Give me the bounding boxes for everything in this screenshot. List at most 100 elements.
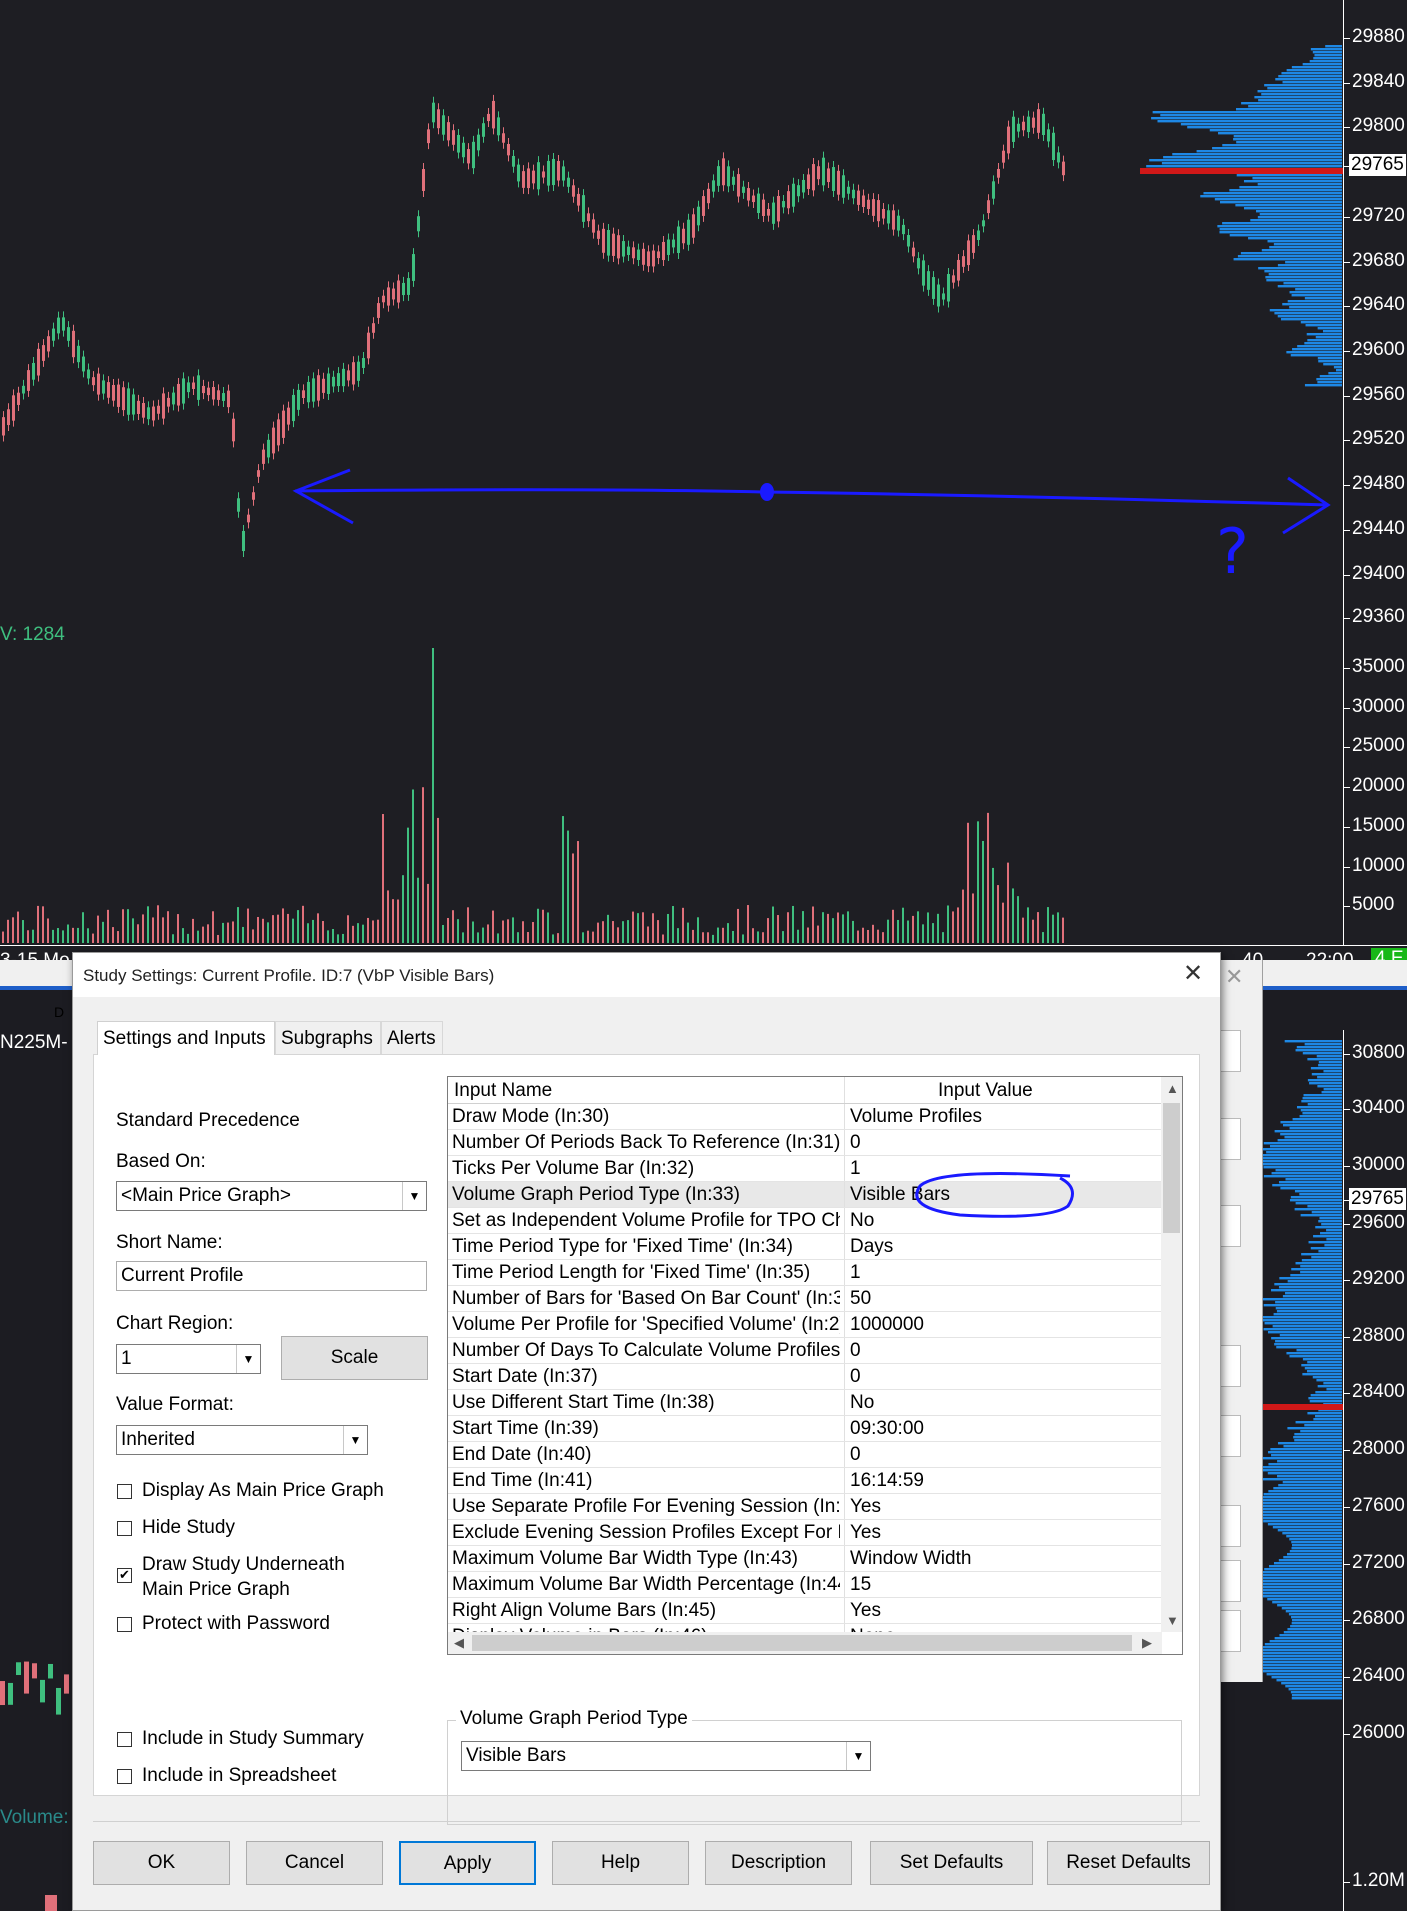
- price-axis-label: 29720: [1352, 205, 1405, 226]
- dialog-title-bar[interactable]: Study Settings: Current Profile. ID:7 (V…: [73, 953, 1220, 997]
- annotation-question-mark: ?: [1216, 515, 1249, 588]
- grid-row[interactable]: Number of Bars for 'Based On Bar Count' …: [448, 1286, 1162, 1312]
- dialog-title: Study Settings: Current Profile. ID:7 (V…: [83, 966, 495, 985]
- input-value-cell[interactable]: Yes: [850, 1600, 1160, 1622]
- cancel-button[interactable]: Cancel: [246, 1841, 383, 1885]
- input-value-cell[interactable]: 1: [850, 1158, 1160, 1180]
- background-dialog: ✕: [1215, 960, 1263, 1682]
- price-axis-label: 29880: [1352, 26, 1405, 47]
- grid-row[interactable]: End Date (In:40) 0: [448, 1442, 1162, 1468]
- grid-row[interactable]: Use Different Start Time (In:38) No: [448, 1390, 1162, 1416]
- chevron-down-icon[interactable]: ▼: [236, 1345, 260, 1373]
- input-name-cell: Maximum Volume Bar Width Type (In:43): [452, 1548, 798, 1569]
- col-header-input-value[interactable]: Input Value: [938, 1080, 1033, 1102]
- axis-tick: [1344, 1224, 1350, 1225]
- horizontal-scrollbar[interactable]: ◀ ▶: [448, 1632, 1162, 1654]
- grid-row[interactable]: Volume Per Profile for 'Specified Volume…: [448, 1312, 1162, 1338]
- axis-tick: [1344, 1882, 1350, 1883]
- chevron-down-icon[interactable]: ▼: [846, 1742, 870, 1770]
- input-value-cell[interactable]: Visible Bars: [850, 1184, 1160, 1206]
- input-value-cell[interactable]: 0: [850, 1366, 1160, 1388]
- grid-row[interactable]: Maximum Volume Bar Width Type (In:43) Win…: [448, 1546, 1162, 1572]
- background-dialog-close: ✕: [1225, 964, 1244, 989]
- chevron-down-icon[interactable]: ▼: [402, 1182, 426, 1210]
- chevron-down-icon[interactable]: ▼: [343, 1426, 367, 1454]
- input-value-cell[interactable]: 16:14:59: [850, 1470, 1160, 1492]
- input-value-cell[interactable]: Volume Profiles: [850, 1106, 1160, 1128]
- scroll-right-icon[interactable]: ▶: [1142, 1635, 1152, 1651]
- help-button[interactable]: Help: [552, 1841, 689, 1885]
- input-value-cell[interactable]: 0: [850, 1132, 1160, 1154]
- input-value-cell[interactable]: 0: [850, 1340, 1160, 1362]
- input-value-cell[interactable]: Days: [850, 1236, 1160, 1258]
- grid-row[interactable]: Use Separate Profile For Evening Session…: [448, 1494, 1162, 1520]
- set-defaults-button[interactable]: Set Defaults: [870, 1841, 1033, 1885]
- hide-study-checkbox[interactable]: [117, 1521, 132, 1536]
- scroll-left-icon[interactable]: ◀: [454, 1635, 464, 1651]
- chart-region-dropdown[interactable]: 1 ▼: [116, 1344, 261, 1374]
- tab-subgraphs[interactable]: Subgraphs: [275, 1021, 381, 1055]
- grid-row[interactable]: Number Of Days To Calculate Volume Profi…: [448, 1338, 1162, 1364]
- apply-button[interactable]: Apply: [399, 1841, 536, 1885]
- ok-button[interactable]: OK: [93, 1841, 230, 1885]
- grid-row[interactable]: Volume Graph Period Type (In:33) Visible …: [448, 1182, 1162, 1208]
- input-value-cell[interactable]: Yes: [850, 1522, 1160, 1544]
- grid-row[interactable]: Exclude Evening Session Profiles Except …: [448, 1520, 1162, 1546]
- grid-row[interactable]: Start Date (In:37) 0: [448, 1364, 1162, 1390]
- grid-row[interactable]: Maximum Volume Bar Width Percentage (In:…: [448, 1572, 1162, 1598]
- description-button[interactable]: Description: [705, 1841, 852, 1885]
- scroll-up-icon[interactable]: ▲: [1166, 1081, 1179, 1096]
- input-name-cell: End Time (In:41): [452, 1470, 593, 1491]
- inputs-grid[interactable]: Input Name Input Value Draw Mode (In:30)…: [447, 1076, 1183, 1655]
- input-value-cell[interactable]: No: [850, 1210, 1160, 1232]
- input-value-cell[interactable]: 09:30:00: [850, 1418, 1160, 1440]
- selected-input-dropdown[interactable]: Visible Bars ▼: [461, 1741, 871, 1771]
- grid-row[interactable]: Ticks Per Volume Bar (In:32) 1: [448, 1156, 1162, 1182]
- tab-settings-and-inputs[interactable]: Settings and Inputs: [97, 1021, 275, 1055]
- price-axis[interactable]: 29880 29840 29800 29765 29720 29680 29640 29600…: [1343, 0, 1407, 960]
- protect-password-checkbox[interactable]: [117, 1617, 132, 1632]
- based-on-dropdown[interactable]: <Main Price Graph> ▼: [116, 1181, 427, 1211]
- grid-rows: Draw Mode (In:30) Volume Profiles Number O…: [448, 1104, 1162, 1654]
- vertical-scroll-thumb[interactable]: [1163, 1103, 1180, 1233]
- scroll-down-icon[interactable]: ▼: [1166, 1613, 1179, 1628]
- axis-tick: [1344, 1734, 1350, 1735]
- tab-alerts[interactable]: Alerts: [381, 1021, 443, 1055]
- based-on-label: Based On:: [116, 1151, 206, 1172]
- horizontal-scroll-thumb[interactable]: [472, 1635, 1132, 1651]
- draw-underneath-checkbox[interactable]: ✔: [117, 1568, 132, 1583]
- second-price-axis[interactable]: 30800 30400 30000 29765 29600 29200 28800 28400…: [1343, 1030, 1407, 1911]
- grid-row[interactable]: Set as Independent Volume Profile for TP…: [448, 1208, 1162, 1234]
- include-summary-checkbox[interactable]: [117, 1732, 132, 1747]
- grid-row[interactable]: Time Period Length for 'Fixed Time' (In:…: [448, 1260, 1162, 1286]
- short-name-input[interactable]: Current Profile: [116, 1261, 427, 1291]
- grid-row[interactable]: Start Time (In:39) 09:30:00: [448, 1416, 1162, 1442]
- input-value-cell[interactable]: Yes: [850, 1496, 1160, 1518]
- grid-row[interactable]: End Time (In:41) 16:14:59: [448, 1468, 1162, 1494]
- vertical-scrollbar[interactable]: ▲ ▼: [1161, 1077, 1182, 1632]
- grid-row[interactable]: Draw Mode (In:30) Volume Profiles: [448, 1104, 1162, 1130]
- include-spreadsheet-checkbox[interactable]: [117, 1769, 132, 1784]
- grid-row[interactable]: Right Align Volume Bars (In:45) Yes: [448, 1598, 1162, 1624]
- grid-row[interactable]: Number Of Periods Back To Reference (In:…: [448, 1130, 1162, 1156]
- input-value-cell[interactable]: 0: [850, 1444, 1160, 1466]
- input-value-cell[interactable]: No: [850, 1392, 1160, 1414]
- display-as-main-checkbox[interactable]: [117, 1484, 132, 1499]
- close-icon[interactable]: ✕: [1176, 959, 1210, 991]
- value-format-label: Value Format:: [116, 1394, 234, 1415]
- input-value-cell[interactable]: 50: [850, 1288, 1160, 1310]
- grid-row[interactable]: Time Period Type for 'Fixed Time' (In:34…: [448, 1234, 1162, 1260]
- input-value-cell[interactable]: 15: [850, 1574, 1160, 1596]
- reset-defaults-button[interactable]: Reset Defaults: [1047, 1841, 1210, 1885]
- selected-input-legend: Volume Graph Period Type: [456, 1708, 692, 1730]
- price-axis-label: 29640: [1352, 294, 1405, 315]
- axis-tick: [1344, 440, 1350, 441]
- input-value-cell[interactable]: 1: [850, 1262, 1160, 1284]
- price-chart[interactable]: ? V: 1284 29880 29840 29800 29765 29720 29680…: [0, 0, 1407, 975]
- input-value-cell[interactable]: Window Width: [850, 1548, 1160, 1570]
- scale-button[interactable]: Scale: [281, 1336, 428, 1380]
- volume-axis-label: 15000: [1352, 815, 1405, 836]
- col-header-input-name[interactable]: Input Name: [454, 1080, 552, 1102]
- value-format-dropdown[interactable]: Inherited ▼: [116, 1425, 368, 1455]
- input-value-cell[interactable]: 1000000: [850, 1314, 1160, 1336]
